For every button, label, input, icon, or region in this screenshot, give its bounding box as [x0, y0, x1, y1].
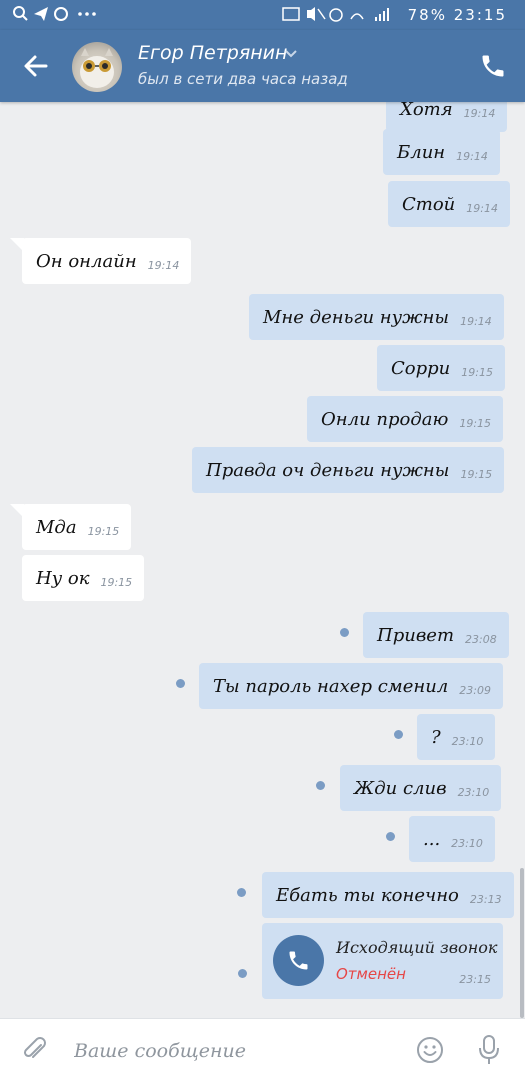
message-outgoing[interactable]: Стой 19:14: [388, 181, 510, 227]
message-time: 19:14: [147, 258, 180, 272]
status-bar-system: 78% 23:15: [281, 5, 507, 24]
message-text: Он онлайн: [36, 250, 137, 272]
arrow-left-icon[interactable]: [18, 48, 54, 84]
message-time: 23:09: [459, 683, 491, 697]
clock: 23:15: [453, 6, 507, 24]
system-icons: [282, 7, 389, 22]
phone-icon[interactable]: [479, 52, 507, 80]
unread-indicator: [340, 628, 349, 637]
smile-icon[interactable]: [416, 1036, 444, 1064]
message-time: 19:15: [460, 467, 493, 481]
unread-indicator: [238, 969, 247, 978]
message-outgoing[interactable]: Онли продаю 19:15: [307, 396, 504, 442]
message-text: Правда оч деньги нужны: [206, 459, 450, 481]
status-bar-notification-icons: [12, 5, 102, 27]
contact-last-seen: был в сети два часа назад: [138, 70, 348, 88]
message-text: Жди слив: [354, 777, 447, 799]
scrollbar[interactable]: [520, 868, 524, 1018]
message-text: Мне деньги нужны: [263, 306, 450, 328]
unread-indicator: [176, 679, 185, 688]
unread-indicator: [316, 781, 325, 790]
unread-indicator: [386, 832, 395, 841]
message-text: Привет: [377, 624, 455, 646]
avatar-image: [80, 48, 114, 88]
message-incoming[interactable]: Он онлайн 19:14: [22, 238, 192, 284]
message-text: Хотя: [400, 102, 453, 120]
message-incoming[interactable]: Мда 19:15: [22, 504, 132, 550]
call-title: Исходящий звонок: [336, 938, 498, 957]
message-outgoing[interactable]: Хотя 19:14: [386, 102, 508, 132]
notification-icons: [13, 6, 96, 21]
message-time: 19:15: [87, 524, 120, 538]
message-outgoing[interactable]: Мне деньги нужны 19:14: [249, 294, 504, 340]
message-text: Ты пароль нахер сменил: [213, 675, 449, 697]
message-time: 19:14: [460, 314, 492, 328]
message-time: 23:13: [469, 892, 502, 906]
microphone-icon[interactable]: [476, 1034, 502, 1066]
avatar[interactable]: [72, 42, 122, 92]
call-button[interactable]: [273, 935, 324, 986]
message-input[interactable]: [72, 1031, 396, 1071]
phone-icon: [289, 951, 308, 970]
message-text: Онли продаю: [321, 408, 449, 430]
message-time: 19:14: [466, 201, 498, 215]
message-text: Ебать ты конечно: [276, 884, 459, 906]
message-time: 19:15: [459, 416, 492, 430]
message-outgoing[interactable]: Блин 19:14: [383, 129, 500, 175]
message-text: Блин: [397, 141, 446, 163]
message-time: 19:15: [100, 575, 133, 589]
unread-indicator: [394, 730, 403, 739]
battery-level: 78%: [407, 6, 447, 24]
message-text: Сорри: [391, 357, 451, 379]
contact-name[interactable]: Егор Петрянин: [138, 42, 287, 64]
message-outgoing[interactable]: Ебать ты конечно 23:13: [262, 872, 514, 918]
message-text: Ну ок: [36, 567, 90, 589]
message-outgoing[interactable]: Сорри 19:15: [377, 345, 505, 391]
message-outgoing[interactable]: Привет 23:08: [363, 612, 509, 658]
chat-header: Егор Петрянин был в сети два часа назад: [0, 30, 525, 102]
message-time: 23:10: [457, 785, 490, 799]
unread-indicator: [237, 888, 246, 897]
message-list[interactable]: Хотя 19:14 Блин 19:14 Стой 19:14 Он онла…: [0, 102, 525, 1018]
message-composer: [0, 1018, 525, 1081]
message-text: Мда: [36, 516, 77, 538]
chevron-down-icon[interactable]: [284, 47, 298, 61]
call-message[interactable]: Исходящий звонок Отменён 23:15: [262, 923, 503, 999]
message-outgoing[interactable]: ... 23:10: [409, 816, 495, 862]
message-time: 23:08: [465, 632, 497, 646]
message-time: 23:15: [459, 973, 491, 986]
message-text: Стой: [402, 193, 456, 215]
message-text: ?: [431, 726, 441, 748]
message-outgoing[interactable]: Правда оч деньги нужны 19:15: [192, 447, 505, 493]
message-time: 19:14: [456, 149, 488, 163]
paperclip-icon[interactable]: [20, 1035, 50, 1065]
message-time: 19:14: [463, 106, 496, 120]
message-outgoing[interactable]: Жди слив 23:10: [340, 765, 502, 811]
message-outgoing[interactable]: Ты пароль нахер сменил 23:09: [199, 663, 503, 709]
message-time: 23:10: [451, 836, 483, 850]
message-text: ...: [423, 828, 441, 850]
status-bar: 78% 23:15: [0, 0, 525, 30]
message-time: 19:15: [461, 365, 493, 379]
message-incoming[interactable]: Ну ок 19:15: [22, 555, 145, 601]
message-time: 23:10: [451, 734, 484, 748]
call-status: Отменён: [336, 965, 406, 983]
message-outgoing[interactable]: ? 23:10: [417, 714, 496, 760]
